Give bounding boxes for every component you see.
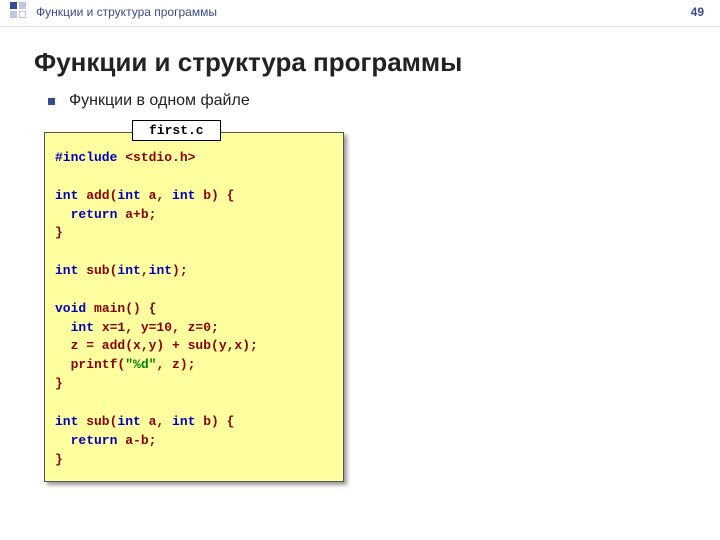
- header-title: Функции и структура программы: [36, 5, 217, 19]
- bullet-text: Функции в одном файле: [69, 92, 250, 110]
- page-number: 49: [691, 5, 704, 19]
- code-block: first.c #include <stdio.h> int add(int a…: [44, 132, 344, 482]
- filename-label: first.c: [132, 120, 221, 141]
- slide-header: Функции и структура программы 49: [0, 0, 720, 27]
- code-content: #include <stdio.h> int add(int a, int b)…: [44, 132, 344, 482]
- main-title: Функции и структура программы: [34, 47, 720, 78]
- bullet-item: Функции в одном файле: [48, 92, 720, 110]
- logo-icon: [10, 2, 28, 20]
